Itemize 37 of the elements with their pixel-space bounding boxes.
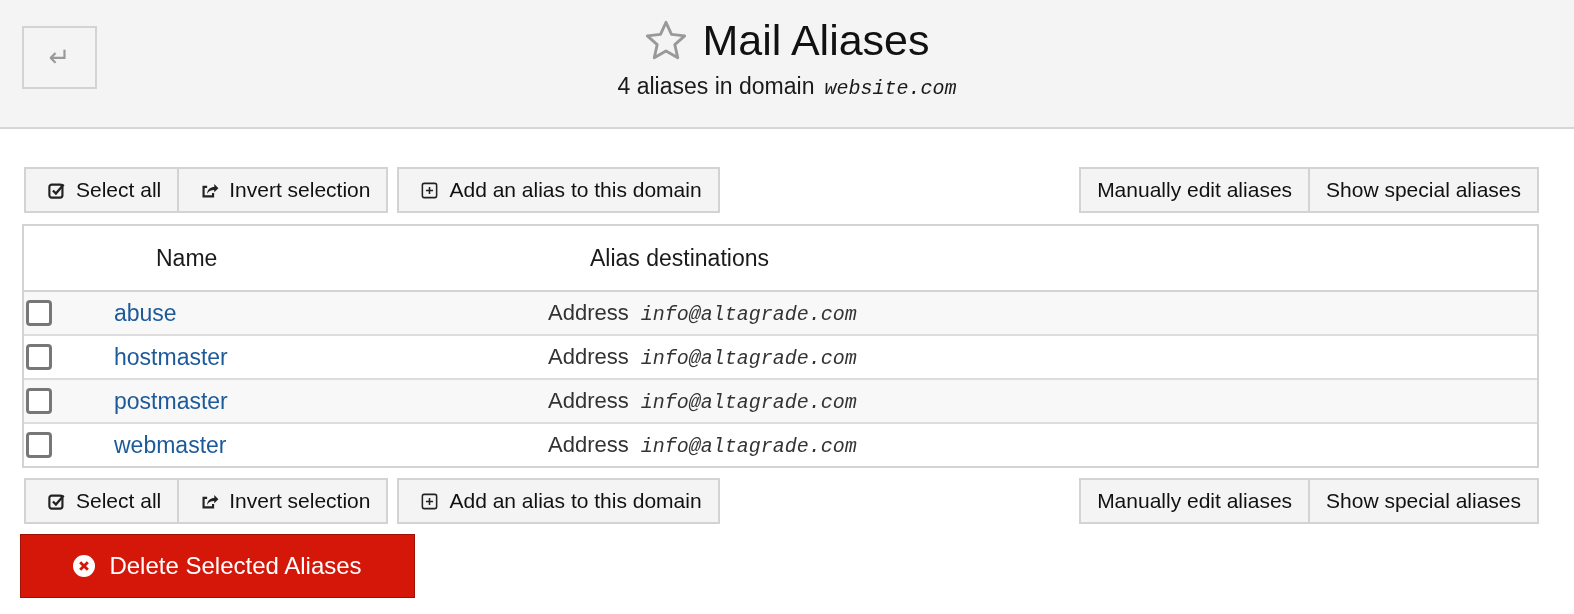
toolbar-button[interactable]: Invert selection [177,167,389,213]
row-checkbox[interactable] [26,344,52,370]
toolbar-button[interactable]: Add an alias to this domain [397,167,720,213]
page-title: Mail Aliases [702,16,930,65]
toolbar-button[interactable]: Manually edit aliases [1079,167,1311,213]
plus-square-icon [420,180,440,200]
checkbox-icon [47,180,66,200]
domain-name: website.com [824,77,957,100]
toolbar-button[interactable]: Show special aliases [1308,167,1539,213]
destination-address: info@altagrade.com [640,347,857,370]
alias-name-link[interactable]: postmaster [114,387,228,414]
toolbar-button[interactable]: Select all [24,478,180,524]
alias-name-link[interactable]: hostmaster [114,343,228,370]
destination-address: info@altagrade.com [640,391,857,414]
column-header: Name [155,244,219,272]
destination-type: Address [548,432,629,458]
destination-address: info@altagrade.com [640,303,857,326]
subtitle: 4 aliases in domain [617,73,815,100]
plus-square-icon [420,491,440,511]
destination-type: Address [548,300,629,326]
toolbar-button[interactable]: Show special aliases [1308,478,1539,524]
destination-type: Address [548,388,629,414]
alias-name-link[interactable]: webmaster [114,431,227,458]
row-checkbox[interactable] [26,432,52,458]
column-header: Alias destinations [589,244,770,272]
row-checkbox[interactable] [26,388,52,414]
close-icon [73,555,96,577]
row-checkbox[interactable] [26,300,52,326]
toolbar-button[interactable]: Add an alias to this domain [397,478,720,524]
toolbar-button[interactable]: Manually edit aliases [1079,478,1311,524]
destination-address: info@altagrade.com [640,435,857,458]
destination-type: Address [548,344,629,370]
delete-selected-button[interactable]: Delete Selected Aliases [20,534,415,598]
toolbar-button[interactable]: Select all [24,167,180,213]
checkbox-icon [47,491,66,511]
alias-name-link[interactable]: abuse [114,299,177,326]
toolbar-button[interactable]: Invert selection [177,478,389,524]
